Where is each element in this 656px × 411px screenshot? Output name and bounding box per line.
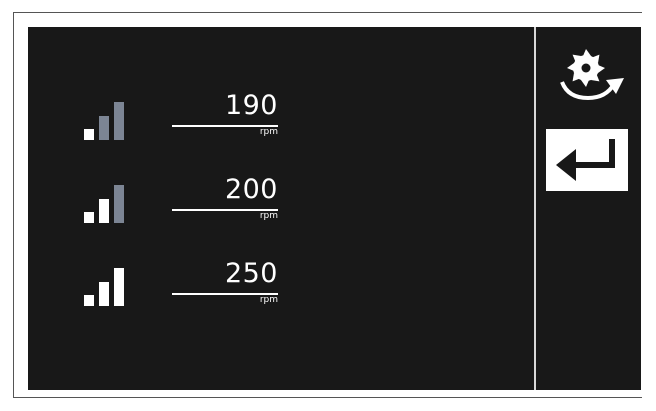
level-bar-2 (99, 116, 109, 140)
level-bar-3 (114, 185, 124, 223)
control-screen: 190 rpm 200 rpm 250 rpm (28, 27, 641, 390)
speed-value: 200 (224, 174, 278, 205)
speed-list: 190 rpm 200 rpm 250 rpm (28, 27, 534, 390)
enter-return-arrow-icon (556, 139, 615, 181)
side-panel (536, 27, 641, 390)
level-bar-3 (114, 268, 124, 306)
level-bar-2 (99, 282, 109, 306)
level-bar-1 (84, 295, 94, 306)
speed-level-high-icon (84, 266, 128, 306)
speed-value-field[interactable]: 250 rpm (172, 258, 278, 318)
level-bar-1 (84, 129, 94, 140)
speed-value: 250 (224, 258, 278, 289)
speed-value-field[interactable]: 190 rpm (172, 90, 278, 150)
speed-value-field[interactable]: 200 rpm (172, 174, 278, 234)
speed-row-medium[interactable]: 200 rpm (28, 174, 534, 244)
speed-unit: rpm (259, 211, 278, 221)
speed-unit: rpm (259, 127, 278, 137)
speed-row-low[interactable]: 190 rpm (28, 90, 534, 160)
speed-level-medium-icon (84, 183, 128, 223)
saw-blade-rotate-icon (560, 49, 624, 101)
level-bar-3 (114, 102, 124, 140)
level-bar-2 (99, 199, 109, 223)
blade-rotation-button[interactable] (548, 42, 632, 106)
enter-button[interactable] (546, 129, 628, 191)
speed-level-low-icon (84, 100, 128, 140)
speed-unit: rpm (259, 295, 278, 305)
level-bar-1 (84, 212, 94, 223)
speed-value: 190 (224, 90, 278, 121)
speed-row-high[interactable]: 250 rpm (28, 258, 534, 328)
